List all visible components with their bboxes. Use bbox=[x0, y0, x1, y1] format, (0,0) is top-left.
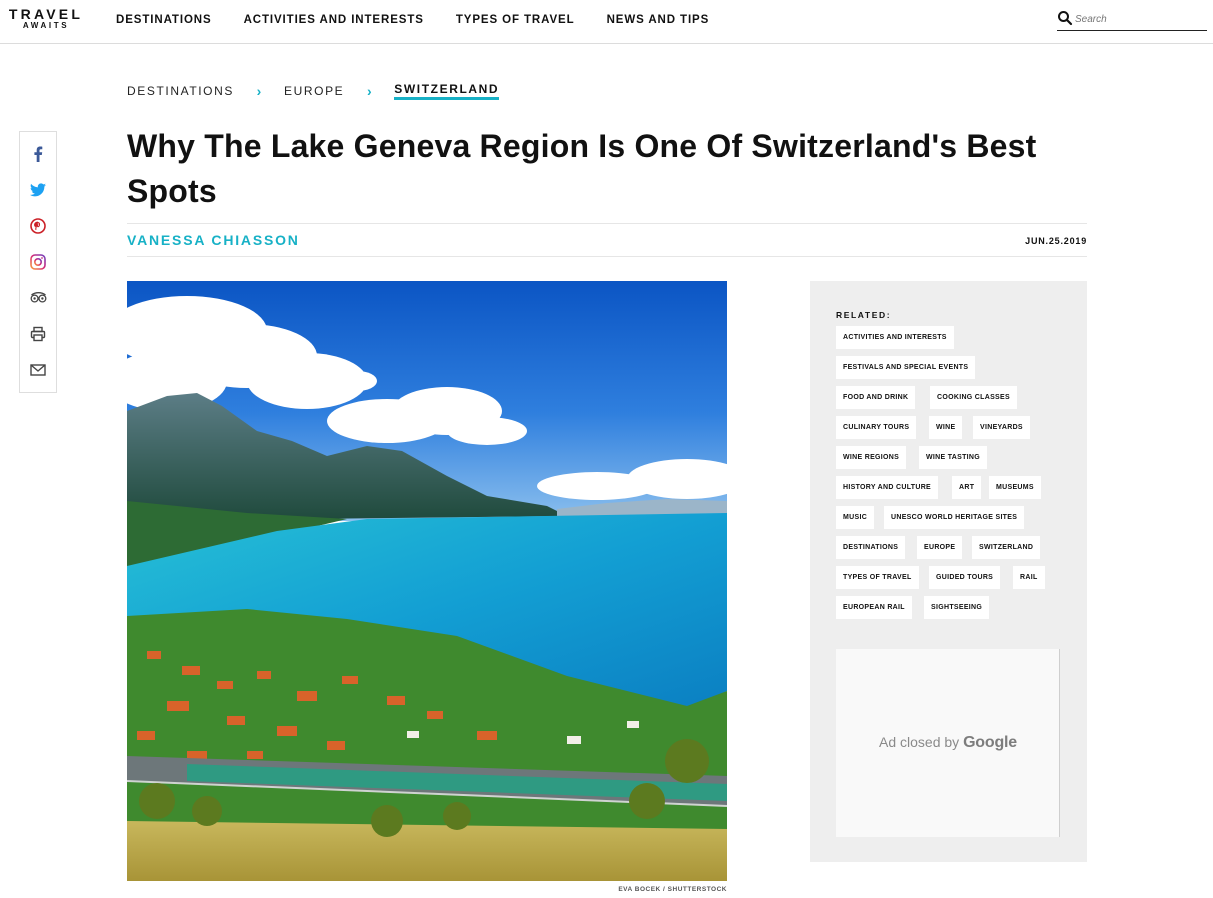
related-sidebar: RELATED: ACTIVITIES AND INTERESTS FESTIV… bbox=[810, 281, 1087, 862]
breadcrumb-switzerland[interactable]: SWITZERLAND bbox=[394, 82, 500, 100]
tripadvisor-icon[interactable] bbox=[29, 289, 47, 307]
search-input[interactable] bbox=[1075, 10, 1203, 28]
tag-culinary-tours[interactable]: CULINARY TOURS bbox=[836, 416, 917, 439]
tag-cooking-classes[interactable]: COOKING CLASSES bbox=[930, 386, 1017, 409]
publish-date: JUN.25.2019 bbox=[1025, 236, 1087, 246]
image-credit: EVA BOCEK / SHUTTERSTOCK bbox=[618, 886, 727, 893]
nav-item-destinations[interactable]: DESTINATIONS bbox=[116, 14, 212, 26]
search-box bbox=[1057, 9, 1207, 31]
breadcrumb-separator-icon: › bbox=[256, 83, 262, 99]
tag-wine-regions[interactable]: WINE REGIONS bbox=[836, 446, 907, 469]
tag-european-rail[interactable]: EUROPEAN RAIL bbox=[836, 596, 912, 619]
nav-item-types-of-travel[interactable]: TYPES OF TRAVEL bbox=[456, 14, 575, 26]
print-icon[interactable] bbox=[29, 325, 47, 343]
article-title: Why The Lake Geneva Region Is One Of Swi… bbox=[127, 128, 1037, 209]
facebook-icon[interactable] bbox=[29, 145, 47, 163]
ad-slot: Ad closed by Google bbox=[836, 649, 1060, 837]
nav-item-activities[interactable]: ACTIVITIES AND INTERESTS bbox=[244, 14, 424, 26]
google-logo: Google bbox=[963, 734, 1017, 751]
tag-switzerland[interactable]: SWITZERLAND bbox=[972, 536, 1041, 559]
search-icon[interactable] bbox=[1057, 10, 1073, 26]
tag-sightseeing[interactable]: SIGHTSEEING bbox=[924, 596, 990, 619]
tag-museums[interactable]: MUSEUMS bbox=[989, 476, 1041, 499]
tag-vineyards[interactable]: VINEYARDS bbox=[973, 416, 1030, 439]
tag-food-and-drink[interactable]: FOOD AND DRINK bbox=[836, 386, 916, 409]
breadcrumb-destinations[interactable]: DESTINATIONS bbox=[127, 84, 234, 98]
twitter-icon[interactable] bbox=[29, 181, 47, 199]
ad-closed-prefix: Ad closed by bbox=[879, 734, 964, 750]
logo-bottom-text: AWAITS bbox=[22, 21, 70, 30]
site-header: TRAVEL AWAITS DESTINATIONS ACTIVITIES AN… bbox=[0, 0, 1213, 44]
tag-art[interactable]: ART bbox=[952, 476, 982, 499]
main-nav: DESTINATIONS ACTIVITIES AND INTERESTS TY… bbox=[116, 0, 741, 40]
tag-guided-tours[interactable]: GUIDED TOURS bbox=[929, 566, 1001, 589]
tag-rail[interactable]: RAIL bbox=[1013, 566, 1045, 589]
related-label: RELATED: bbox=[836, 310, 892, 320]
tag-music[interactable]: MUSIC bbox=[836, 506, 875, 529]
tag-unesco-world-heritage-sites[interactable]: UNESCO WORLD HERITAGE SITES bbox=[884, 506, 1025, 529]
breadcrumb: DESTINATIONS › EUROPE › SWITZERLAND bbox=[127, 82, 500, 100]
breadcrumb-separator-icon: › bbox=[366, 83, 372, 99]
pinterest-icon[interactable] bbox=[29, 217, 47, 235]
tag-festivals-and-special-events[interactable]: FESTIVALS AND SPECIAL EVENTS bbox=[836, 356, 976, 379]
site-logo[interactable]: TRAVEL AWAITS bbox=[6, 7, 86, 31]
tag-types-of-travel[interactable]: TYPES OF TRAVEL bbox=[836, 566, 919, 589]
byline: VANESSA CHIASSON JUN.25.2019 bbox=[127, 223, 1087, 257]
tag-wine[interactable]: WINE bbox=[929, 416, 963, 439]
tag-activities-and-interests[interactable]: ACTIVITIES AND INTERESTS bbox=[836, 326, 954, 349]
breadcrumb-europe[interactable]: EUROPE bbox=[284, 84, 344, 98]
author-link[interactable]: VANESSA CHIASSON bbox=[127, 232, 300, 248]
instagram-icon[interactable] bbox=[29, 253, 47, 271]
nav-item-news-and-tips[interactable]: NEWS AND TIPS bbox=[607, 14, 710, 26]
ad-closed-message: Ad closed by Google bbox=[836, 734, 1060, 752]
tag-history-and-culture[interactable]: HISTORY AND CULTURE bbox=[836, 476, 939, 499]
tag-wine-tasting[interactable]: WINE TASTING bbox=[919, 446, 988, 469]
tag-destinations[interactable]: DESTINATIONS bbox=[836, 536, 906, 559]
tag-europe[interactable]: EUROPE bbox=[917, 536, 963, 559]
email-icon[interactable] bbox=[29, 361, 47, 379]
hero-image bbox=[127, 281, 727, 881]
social-share-bar bbox=[19, 131, 57, 393]
logo-top-text: TRAVEL bbox=[8, 6, 84, 22]
